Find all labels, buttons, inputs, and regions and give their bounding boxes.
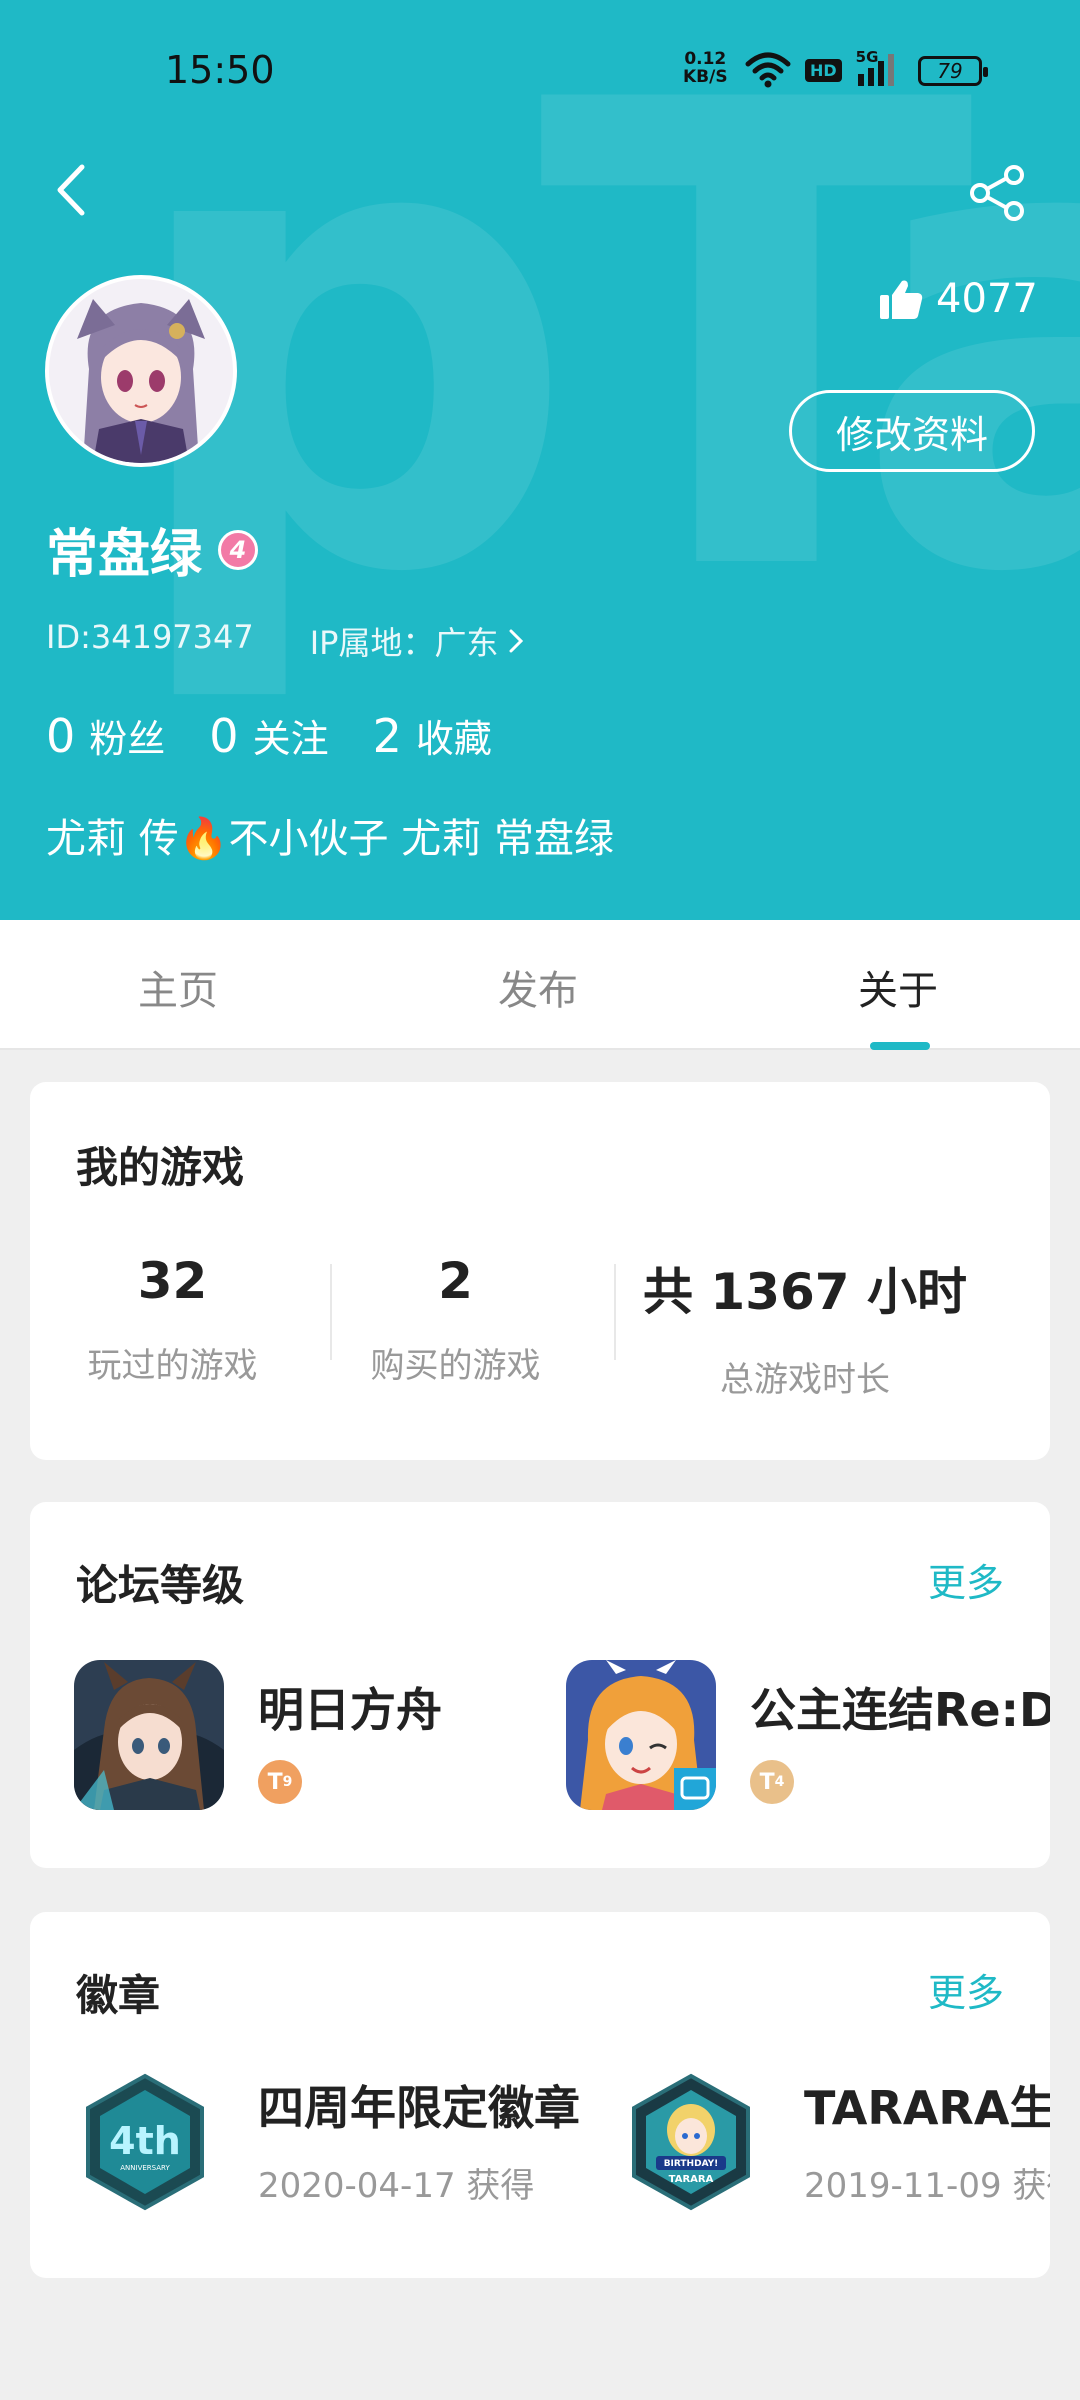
back-button[interactable]: [40, 160, 100, 220]
svg-text:4th: 4th: [109, 2119, 181, 2163]
favorites-count[interactable]: 2 收藏: [373, 708, 492, 763]
tab-indicator: [870, 1042, 930, 1050]
badge-item[interactable]: BIRTHDAY! TARARA TARARA生日 2019-11-09 获得: [626, 2072, 1050, 2216]
profile-tabs: 主页 发布 关于: [0, 920, 1080, 1050]
badges-more-link[interactable]: 更多: [928, 1962, 1004, 2017]
forum-item[interactable]: 明日方舟 T9: [74, 1660, 442, 1810]
forum-level-badge: T9: [258, 1760, 302, 1804]
badge-name: 四周年限定徽章: [258, 2081, 580, 2135]
share-icon: [970, 165, 1024, 221]
user-level-badge: 4: [218, 529, 259, 570]
edit-profile-button[interactable]: 修改资料: [789, 390, 1035, 472]
badge-item[interactable]: 4th ANNIVERSARY 四周年限定徽章 2020-04-17 获得: [80, 2072, 580, 2216]
badge-date: 2020-04-17 获得: [258, 2166, 535, 2206]
chevron-left-icon: [57, 164, 85, 216]
badges-card: 徽章 更多 4th ANNIVERSARY 四周年限定徽章 2020-04-17…: [30, 1912, 1050, 2278]
forum-level-badge: T4: [750, 1760, 794, 1804]
tab-about[interactable]: 关于: [858, 958, 938, 1016]
id-row: ID:34197347 IP属地：广东: [46, 618, 524, 664]
stat-divider: [614, 1264, 616, 1360]
purchased-games-stat[interactable]: 2 购买的游戏: [343, 1252, 568, 1387]
birthday-badge-icon: BIRTHDAY! TARARA: [632, 2073, 750, 2211]
my-games-card: 我的游戏 32 玩过的游戏 2 购买的游戏 共 1367 小时 总游戏时长: [30, 1082, 1050, 1460]
social-counts: 0 粉丝 0 关注 2 收藏: [46, 708, 492, 763]
svg-text:TARARA: TARARA: [669, 2174, 714, 2185]
signal-icon: 5G: [856, 48, 896, 88]
svg-text:ANNIVERSARY: ANNIVERSARY: [120, 2164, 170, 2172]
user-id: ID:34197347: [46, 618, 254, 656]
status-time: 15:50: [165, 48, 275, 92]
forum-level-more-link[interactable]: 更多: [928, 1552, 1004, 1607]
forum-game-name: 明日方舟: [258, 1683, 442, 1737]
ip-location: IP属地：广东: [309, 624, 499, 662]
badge-name: TARARA生日: [804, 2081, 1050, 2135]
svg-text:BIRTHDAY!: BIRTHDAY!: [664, 2159, 719, 2169]
tab-posts[interactable]: 发布: [498, 958, 578, 1016]
status-icons: HD 5G: [745, 48, 896, 88]
battery-icon: 79: [918, 56, 988, 86]
profile-header: pTa 15:50 0.12 KB/S HD 5G 79 4077 修改资料 常…: [0, 0, 1080, 920]
likes-counter[interactable]: 4077: [878, 276, 1038, 322]
net-speed: 0.12 KB/S: [683, 49, 728, 87]
wifi-icon: [745, 52, 791, 88]
hd-icon: HD: [805, 58, 842, 82]
princess-connect-game-icon: [566, 1660, 716, 1810]
ip-location-link[interactable]: IP属地：广东: [310, 618, 525, 664]
username-row: 常盘绿 4: [46, 512, 259, 587]
total-playtime-stat[interactable]: 共 1367 小时 总游戏时长: [640, 1252, 970, 1401]
forum-level-title: 论坛等级: [76, 1561, 245, 1610]
arknights-game-icon: [74, 1660, 224, 1810]
played-games-stat[interactable]: 32 玩过的游戏: [60, 1252, 285, 1387]
anniversary-badge-icon: 4th ANNIVERSARY: [86, 2073, 204, 2211]
thumbs-up-icon: [880, 280, 923, 319]
badge-date: 2019-11-09 获得: [804, 2166, 1050, 2206]
followers-count[interactable]: 0 粉丝: [46, 708, 165, 763]
avatar[interactable]: [45, 275, 237, 467]
user-bio: 尤莉 传🔥不小伙子 尤莉 常盘绿: [46, 816, 614, 862]
likes-count: 4077: [936, 276, 1038, 322]
avatar-image: [49, 279, 233, 463]
following-count[interactable]: 0 关注: [209, 708, 328, 763]
forum-item[interactable]: 公主连结Re:Dive T4: [566, 1660, 1050, 1810]
username: 常盘绿: [46, 525, 203, 585]
share-button[interactable]: [965, 160, 1031, 226]
badges-title: 徽章: [76, 1971, 161, 2020]
stat-divider: [330, 1264, 332, 1360]
status-bar: 15:50 0.12 KB/S HD 5G 79: [0, 0, 1080, 140]
chevron-right-icon: [509, 629, 524, 653]
forum-level-card: 论坛等级 更多 明日方舟 T9 公主连结Re:D T 4: [30, 1502, 1050, 1868]
forum-game-name: 公主连结Re:Dive: [750, 1683, 1050, 1737]
tab-home[interactable]: 主页: [138, 958, 218, 1016]
my-games-title: 我的游戏: [76, 1143, 245, 1192]
